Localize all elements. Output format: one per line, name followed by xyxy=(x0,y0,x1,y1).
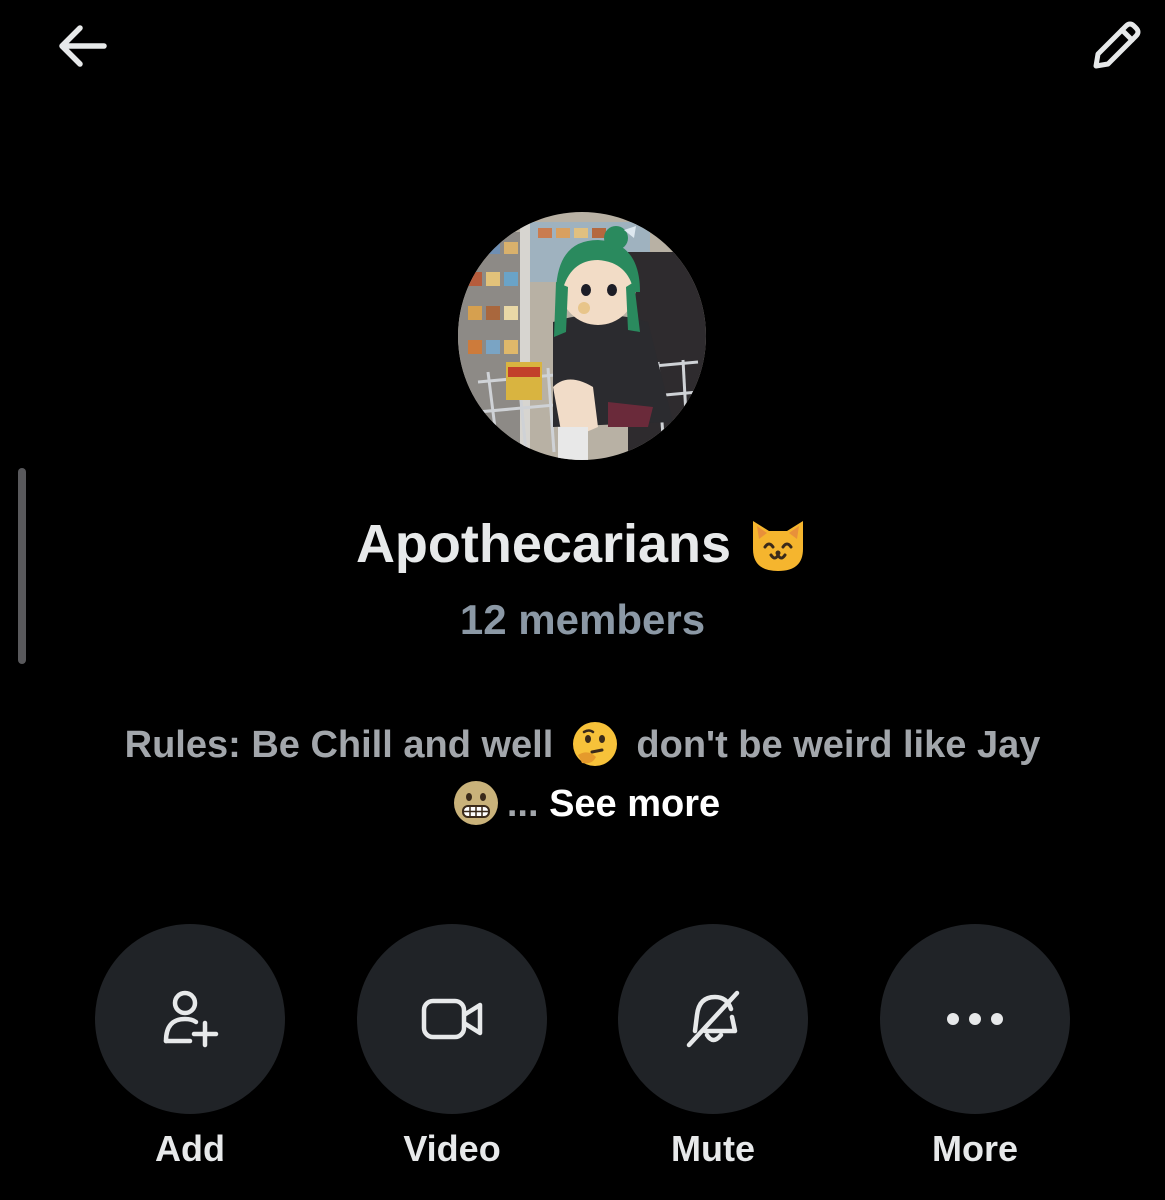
video-button[interactable] xyxy=(357,924,547,1114)
thinking-face-emoji xyxy=(572,722,617,766)
description-ellipsis: ... xyxy=(506,783,539,825)
more-dots-icon xyxy=(947,1013,1003,1025)
bell-off-icon xyxy=(686,990,740,1048)
edit-button[interactable] xyxy=(1084,14,1148,78)
back-button[interactable] xyxy=(50,14,114,78)
group-description[interactable]: Rules: Be Chill and well don't be weird … xyxy=(100,716,1065,834)
video-action[interactable]: Video xyxy=(357,924,547,1172)
cat-face-emoji xyxy=(753,521,804,571)
mute-label: Mute xyxy=(671,1128,755,1169)
see-more-link[interactable]: See more xyxy=(549,783,720,825)
more-label: More xyxy=(931,1128,1018,1169)
video-camera-icon xyxy=(421,998,483,1040)
mute-button[interactable] xyxy=(618,924,808,1114)
action-row: Add Video Mute More xyxy=(0,924,1165,1184)
arrow-left-icon xyxy=(59,25,107,67)
member-count[interactable]: 12 members xyxy=(0,592,1165,648)
add-person-icon xyxy=(163,990,219,1048)
group-title: Apothecarians xyxy=(0,508,1165,580)
add-button[interactable] xyxy=(95,924,285,1114)
more-button[interactable] xyxy=(880,924,1070,1114)
group-name: Apothecarians xyxy=(355,514,732,574)
add-label: Add xyxy=(155,1128,225,1169)
more-action[interactable]: More xyxy=(880,924,1070,1172)
add-action[interactable]: Add xyxy=(95,924,285,1172)
group-avatar[interactable] xyxy=(458,212,706,460)
mute-action[interactable]: Mute xyxy=(618,924,808,1172)
description-text-1: Rules: Be Chill and well xyxy=(124,724,554,766)
video-label: Video xyxy=(403,1128,501,1169)
pencil-icon xyxy=(1093,21,1141,69)
description-text-2: don't be weird like Jay xyxy=(636,724,1041,766)
avatar-image xyxy=(458,212,706,460)
grimacing-face-emoji xyxy=(453,781,498,825)
